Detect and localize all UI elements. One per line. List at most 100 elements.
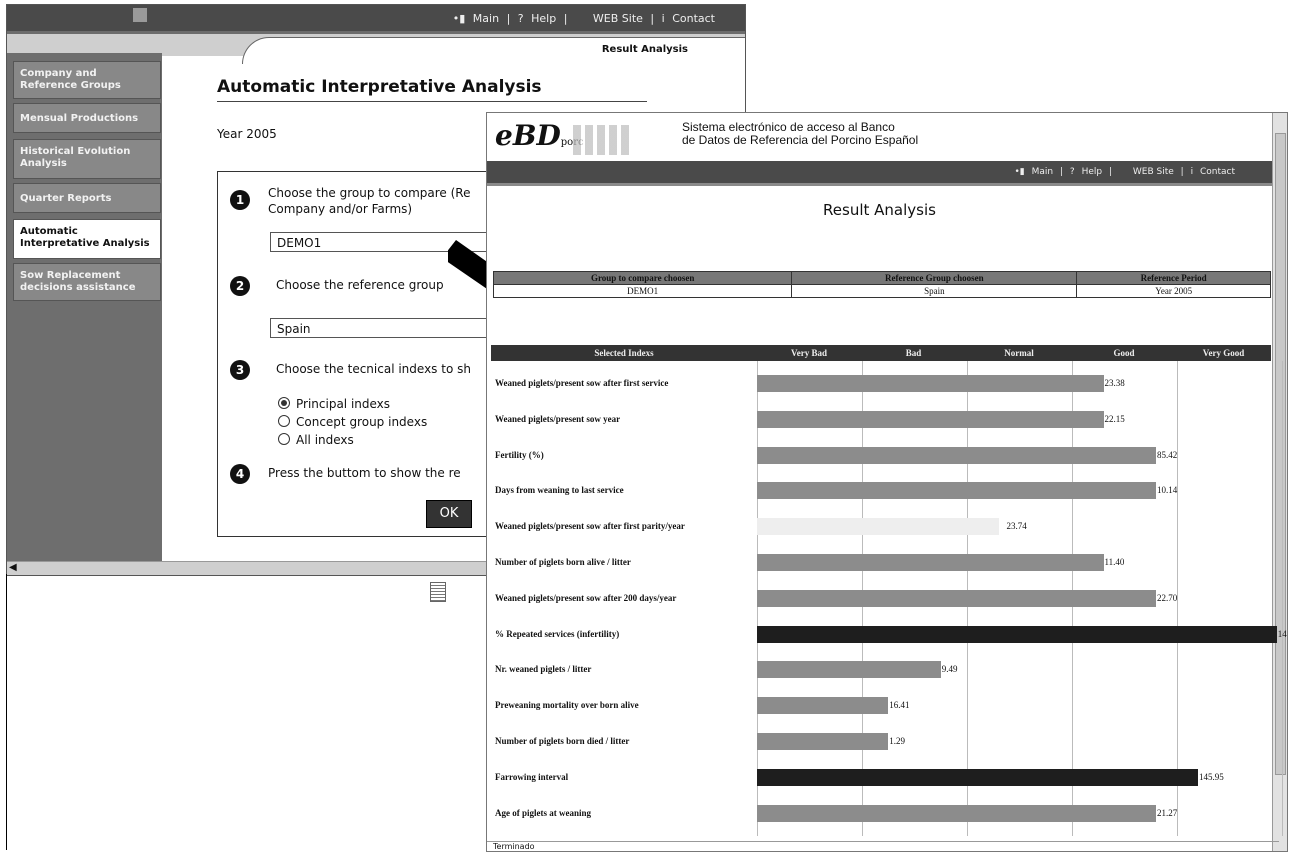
select-value: Spain <box>277 322 311 336</box>
sidebar: Company and Reference Groups Mensual Pro… <box>7 53 162 563</box>
value-reference-period: Year 2005 <box>1076 284 1271 298</box>
index-bar <box>757 482 1156 500</box>
sidebar-item-quarter-reports[interactable]: Quarter Reports <box>13 183 161 213</box>
index-bar <box>757 768 1198 786</box>
index-value-label: 9.49 <box>941 664 958 675</box>
nav-contact-link[interactable]: Contact <box>672 12 715 25</box>
index-label: Fertility (%) <box>495 449 544 460</box>
step-4-text: Press the buttom to show the re <box>268 466 461 480</box>
index-value-label: 16.41 <box>889 700 910 711</box>
radio-label: Principal indexs <box>296 397 391 411</box>
chart-column-header: Selected Indexs Very Bad Bad Normal Good… <box>491 345 1271 361</box>
help-icon: ? <box>1069 167 1075 177</box>
step-2-badge: 2 <box>230 276 250 296</box>
index-value-label: 21.27 <box>1157 807 1178 818</box>
logo-e: e <box>495 119 513 152</box>
index-value-label: 14.57 <box>1277 628 1287 639</box>
chart-gridline <box>1282 361 1283 836</box>
step-3-badge: 3 <box>230 360 250 380</box>
nav-main-link[interactable]: Main <box>473 12 499 25</box>
index-value-label: 145.95 <box>1199 771 1224 782</box>
radio-icon <box>278 415 290 427</box>
sidebar-item-historical-evolution[interactable]: Historical Evolution Analysis <box>13 139 161 179</box>
top-nav-bar: •▮ Main | ? Help | WEB Site | i Contact <box>7 5 745 31</box>
front-top-nav-bar: •▮ Main | ? Help | WEB Site | i Contact <box>487 161 1287 183</box>
nav-website-link[interactable]: WEB Site <box>593 12 643 25</box>
index-label: Preweaning mortality over born alive <box>495 700 639 711</box>
sidebar-item-label: Sow Replacement decisions assistance <box>20 270 136 293</box>
index-label: Number of piglets born alive / litter <box>495 557 631 567</box>
index-bar <box>757 804 1156 822</box>
header-reference-period: Reference Period <box>1076 271 1271 285</box>
nav-help-link[interactable]: Help <box>531 12 556 25</box>
index-label: Nr. weaned piglets / litter <box>495 664 592 675</box>
radio-all-indexs[interactable]: All indexs <box>278 432 354 447</box>
nav-underline <box>487 183 1287 186</box>
sidebar-item-sow-replacement[interactable]: Sow Replacement decisions assistance <box>13 263 161 301</box>
sidebar-item-label: Quarter Reports <box>20 193 112 204</box>
step-3-text: Choose the tecnical indexs to sh <box>276 362 471 376</box>
col-good: Good <box>1113 348 1135 358</box>
nav-contact-link[interactable]: Contact <box>1200 167 1235 177</box>
nav-separator: | <box>1108 167 1113 177</box>
scroll-thumb[interactable] <box>1275 133 1286 775</box>
step-1-badge: 1 <box>230 190 250 210</box>
vertical-scrollbar[interactable] <box>1272 113 1287 851</box>
result-analysis-title: Result Analysis <box>823 201 936 219</box>
help-icon: ? <box>517 12 524 25</box>
front-top-nav: •▮ Main | ? Help | WEB Site | i Contact <box>1010 167 1235 177</box>
page-title: Automatic Interpretative Analysis <box>217 77 542 97</box>
scroll-left-icon[interactable]: ◀ <box>9 562 17 573</box>
index-bar <box>757 446 1156 464</box>
index-value-label: 23.38 <box>1104 378 1125 388</box>
col-very-bad: Very Bad <box>791 348 827 358</box>
index-label: Days from weaning to last service <box>495 485 624 496</box>
sidebar-item-label: Historical Evolution Analysis <box>20 146 131 169</box>
index-value-label: 11.40 <box>1104 557 1125 567</box>
radio-concept-group-indexs[interactable]: Concept group indexs <box>278 414 427 429</box>
index-label: Weaned piglets/present sow year <box>495 413 621 424</box>
step-4-badge: 4 <box>230 464 250 484</box>
radio-label: All indexs <box>296 433 354 447</box>
result-analysis-tab[interactable]: Result Analysis <box>242 37 745 64</box>
tab-label: Result Analysis <box>601 44 688 55</box>
header-reference-group: Reference Group choosen <box>791 271 1078 285</box>
system-title-line2: de Datos de Referencia del Porcino Españ… <box>682 133 919 147</box>
col-bad: Bad <box>905 348 922 358</box>
radio-principal-indexs[interactable]: Principal indexs <box>278 396 390 411</box>
nav-website-link[interactable]: WEB Site <box>1133 167 1174 177</box>
index-value-label: 10.14 <box>1157 485 1178 496</box>
sidebar-item-automatic-analysis[interactable]: Automatic Interpretative Analysis <box>13 219 161 259</box>
nav-separator: | <box>650 12 655 25</box>
nav-separator: | <box>563 12 568 25</box>
col-selected-indexs: Selected Indexs <box>594 348 654 358</box>
index-bar <box>757 589 1156 607</box>
sidebar-item-mensual-productions[interactable]: Mensual Productions <box>13 103 161 133</box>
index-bar <box>757 375 1104 392</box>
front-header: eBDporc Sistema electrónico de acceso al… <box>487 113 1287 161</box>
col-normal: Normal <box>1004 348 1034 358</box>
value-reference-group: Spain <box>791 284 1078 298</box>
index-bar <box>757 554 1104 571</box>
index-bar <box>757 625 1277 643</box>
nav-arrow-icon: •▮ <box>1014 167 1025 177</box>
sidebar-item-company-groups[interactable]: Company and Reference Groups <box>13 61 161 99</box>
step-1-text-cont: Company and/or Farms) <box>268 202 413 216</box>
index-value-label: 22.15 <box>1104 413 1125 424</box>
system-title: Sistema electrónico de acceso al Banco d… <box>682 121 918 147</box>
nav-separator: | <box>1059 167 1064 177</box>
info-icon: i <box>1190 167 1194 177</box>
index-bar <box>757 661 941 679</box>
sidebar-item-label: Mensual Productions <box>20 113 139 124</box>
index-label: Age of piglets at weaning <box>495 807 591 818</box>
index-value-label: 1.29 <box>889 736 905 746</box>
nav-main-link[interactable]: Main <box>1032 167 1054 177</box>
index-value-label: 85.42 <box>1157 449 1178 460</box>
nav-help-link[interactable]: Help <box>1082 167 1103 177</box>
front-window: eBDporc Sistema electrónico de acceso al… <box>486 112 1288 852</box>
sidebar-item-label: Automatic Interpretative Analysis <box>20 226 150 249</box>
index-label: Weaned piglets/present sow after 200 day… <box>495 592 677 603</box>
col-very-good: Very Good <box>1202 348 1245 358</box>
index-label: % Repeated services (infertility) <box>495 628 620 639</box>
ok-button[interactable]: OK <box>426 500 472 528</box>
